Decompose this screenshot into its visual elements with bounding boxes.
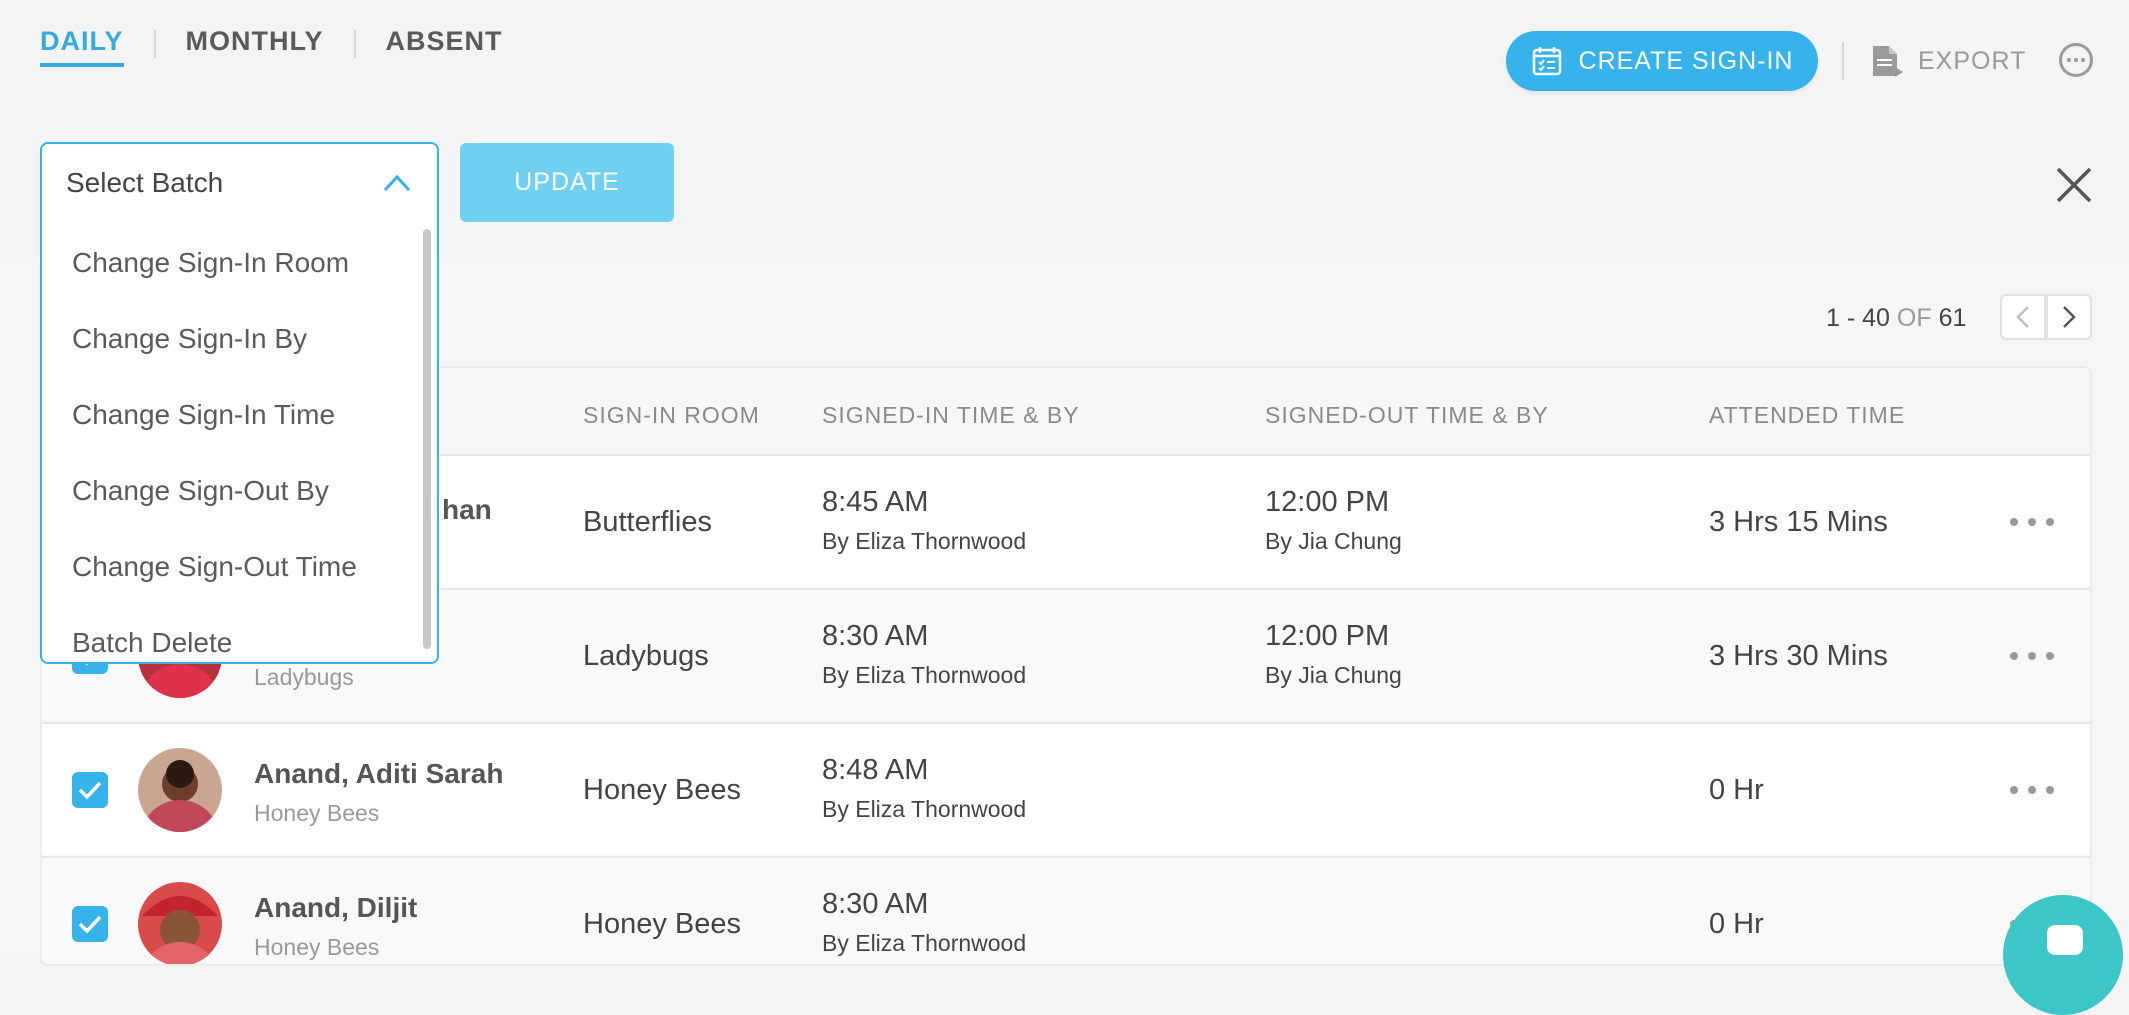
signed-in-time: 8:30 AM — [822, 620, 929, 652]
column-header-signed-in[interactable]: SIGNED-IN TIME & BY — [822, 402, 1080, 429]
menu-item-change-sign-out-time[interactable]: Change Sign-Out Time — [72, 551, 357, 583]
attended-time: 3 Hrs 30 Mins — [1709, 640, 1888, 672]
pagination-info: 1 - 40 OF 61 — [1826, 304, 1966, 333]
signed-out-by: By Jia Chung — [1265, 528, 1402, 554]
export-label: EXPORT — [1918, 46, 2027, 75]
signed-in-by: By Eliza Thornwood — [822, 528, 1027, 554]
menu-scrollbar[interactable] — [423, 229, 431, 649]
tab-daily[interactable]: DAILY — [40, 26, 124, 67]
calendar-check-icon — [1532, 47, 1561, 76]
avatar — [138, 882, 222, 964]
signed-out-time: 12:00 PM — [1265, 486, 1390, 518]
menu-item-change-sign-in-room[interactable]: Change Sign-In Room — [72, 247, 349, 279]
signed-in-time: 8:48 AM — [822, 754, 929, 786]
column-header-attended-time[interactable]: ATTENDED TIME — [1709, 402, 1905, 429]
select-batch-label: Select Batch — [66, 166, 224, 198]
close-icon[interactable] — [2054, 165, 2094, 205]
column-header-sign-in-room[interactable]: SIGN-IN ROOM — [583, 402, 760, 429]
signed-out-by: By Jia Chung — [1265, 662, 1402, 688]
sign-in-room: Ladybugs — [583, 640, 709, 672]
menu-item-change-sign-in-by[interactable]: Change Sign-In By — [72, 323, 307, 355]
attended-time: 3 Hrs 15 Mins — [1709, 506, 1888, 538]
next-page-button[interactable] — [2046, 294, 2092, 340]
child-name[interactable]: Anand, Diljit — [254, 892, 417, 924]
create-sign-in-label: CREATE SIGN-IN — [1578, 46, 1794, 75]
menu-item-change-sign-out-by[interactable]: Change Sign-Out By — [72, 475, 329, 507]
child-name[interactable]: han — [442, 494, 492, 526]
tab-divider — [353, 30, 356, 58]
tab-monthly[interactable]: MONTHLY — [186, 26, 324, 65]
signed-in-by: By Eliza Thornwood — [822, 930, 1027, 956]
avatar — [138, 748, 222, 832]
tab-absent[interactable]: ABSENT — [386, 26, 503, 65]
checkmark-icon — [78, 781, 102, 800]
signed-in-time: 8:45 AM — [822, 486, 929, 518]
row-more-options-icon[interactable] — [2010, 786, 2054, 796]
create-sign-in-button[interactable]: CREATE SIGN-IN — [1506, 31, 1818, 91]
row-more-options-icon[interactable] — [2010, 518, 2054, 528]
checkmark-icon — [78, 915, 102, 934]
chevron-up-icon — [383, 174, 411, 192]
attended-time: 0 Hr — [1709, 774, 1764, 806]
select-batch-dropdown[interactable]: Select Batch — [40, 142, 439, 222]
child-room: Honey Bees — [254, 800, 380, 826]
child-name[interactable]: Anand, Aditi Sarah — [254, 758, 503, 790]
row-checkbox[interactable] — [72, 772, 108, 808]
batch-options-menu: Change Sign-In Room Change Sign-In By Ch… — [40, 221, 439, 664]
row-more-options-icon[interactable] — [2010, 652, 2054, 662]
update-button[interactable]: UPDATE — [460, 143, 674, 222]
pagination-total: 61 — [1938, 304, 1967, 332]
pagination-range: 1 - 40 — [1826, 304, 1890, 332]
export-button[interactable]: EXPORT — [1868, 40, 2026, 82]
sign-in-room: Honey Bees — [583, 774, 741, 806]
signed-out-time: 12:00 PM — [1265, 620, 1390, 652]
document-icon — [1873, 46, 1903, 77]
menu-item-change-sign-in-time[interactable]: Change Sign-In Time — [72, 399, 335, 431]
column-header-signed-out[interactable]: SIGNED-OUT TIME & BY — [1265, 402, 1549, 429]
header-divider — [1842, 42, 1844, 80]
chevron-left-icon — [2016, 306, 2029, 328]
previous-page-button[interactable] — [2000, 294, 2046, 340]
chat-launcher-icon[interactable] — [2003, 895, 2123, 1015]
menu-item-batch-delete[interactable]: Batch Delete — [72, 627, 232, 659]
signed-in-by: By Eliza Thornwood — [822, 796, 1027, 822]
view-tabs: DAILY MONTHLY ABSENT — [40, 26, 503, 67]
pagination-of: OF — [1896, 304, 1932, 332]
table-row[interactable]: Anand, Aditi Sarah Honey Bees Honey Bees… — [42, 722, 2090, 854]
signed-in-time: 8:30 AM — [822, 888, 929, 920]
tab-divider — [153, 30, 156, 58]
attended-time: 0 Hr — [1709, 908, 1764, 940]
chevron-right-icon — [2063, 306, 2076, 328]
signed-in-by: By Eliza Thornwood — [822, 662, 1027, 688]
sign-in-room: Honey Bees — [583, 908, 741, 940]
child-room: Ladybugs — [254, 664, 354, 690]
row-checkbox[interactable] — [72, 906, 108, 942]
more-options-icon[interactable] — [2059, 43, 2093, 77]
table-row[interactable]: Anand, Diljit Honey Bees Honey Bees 8:30… — [42, 856, 2090, 964]
sign-in-room: Butterflies — [583, 506, 712, 538]
